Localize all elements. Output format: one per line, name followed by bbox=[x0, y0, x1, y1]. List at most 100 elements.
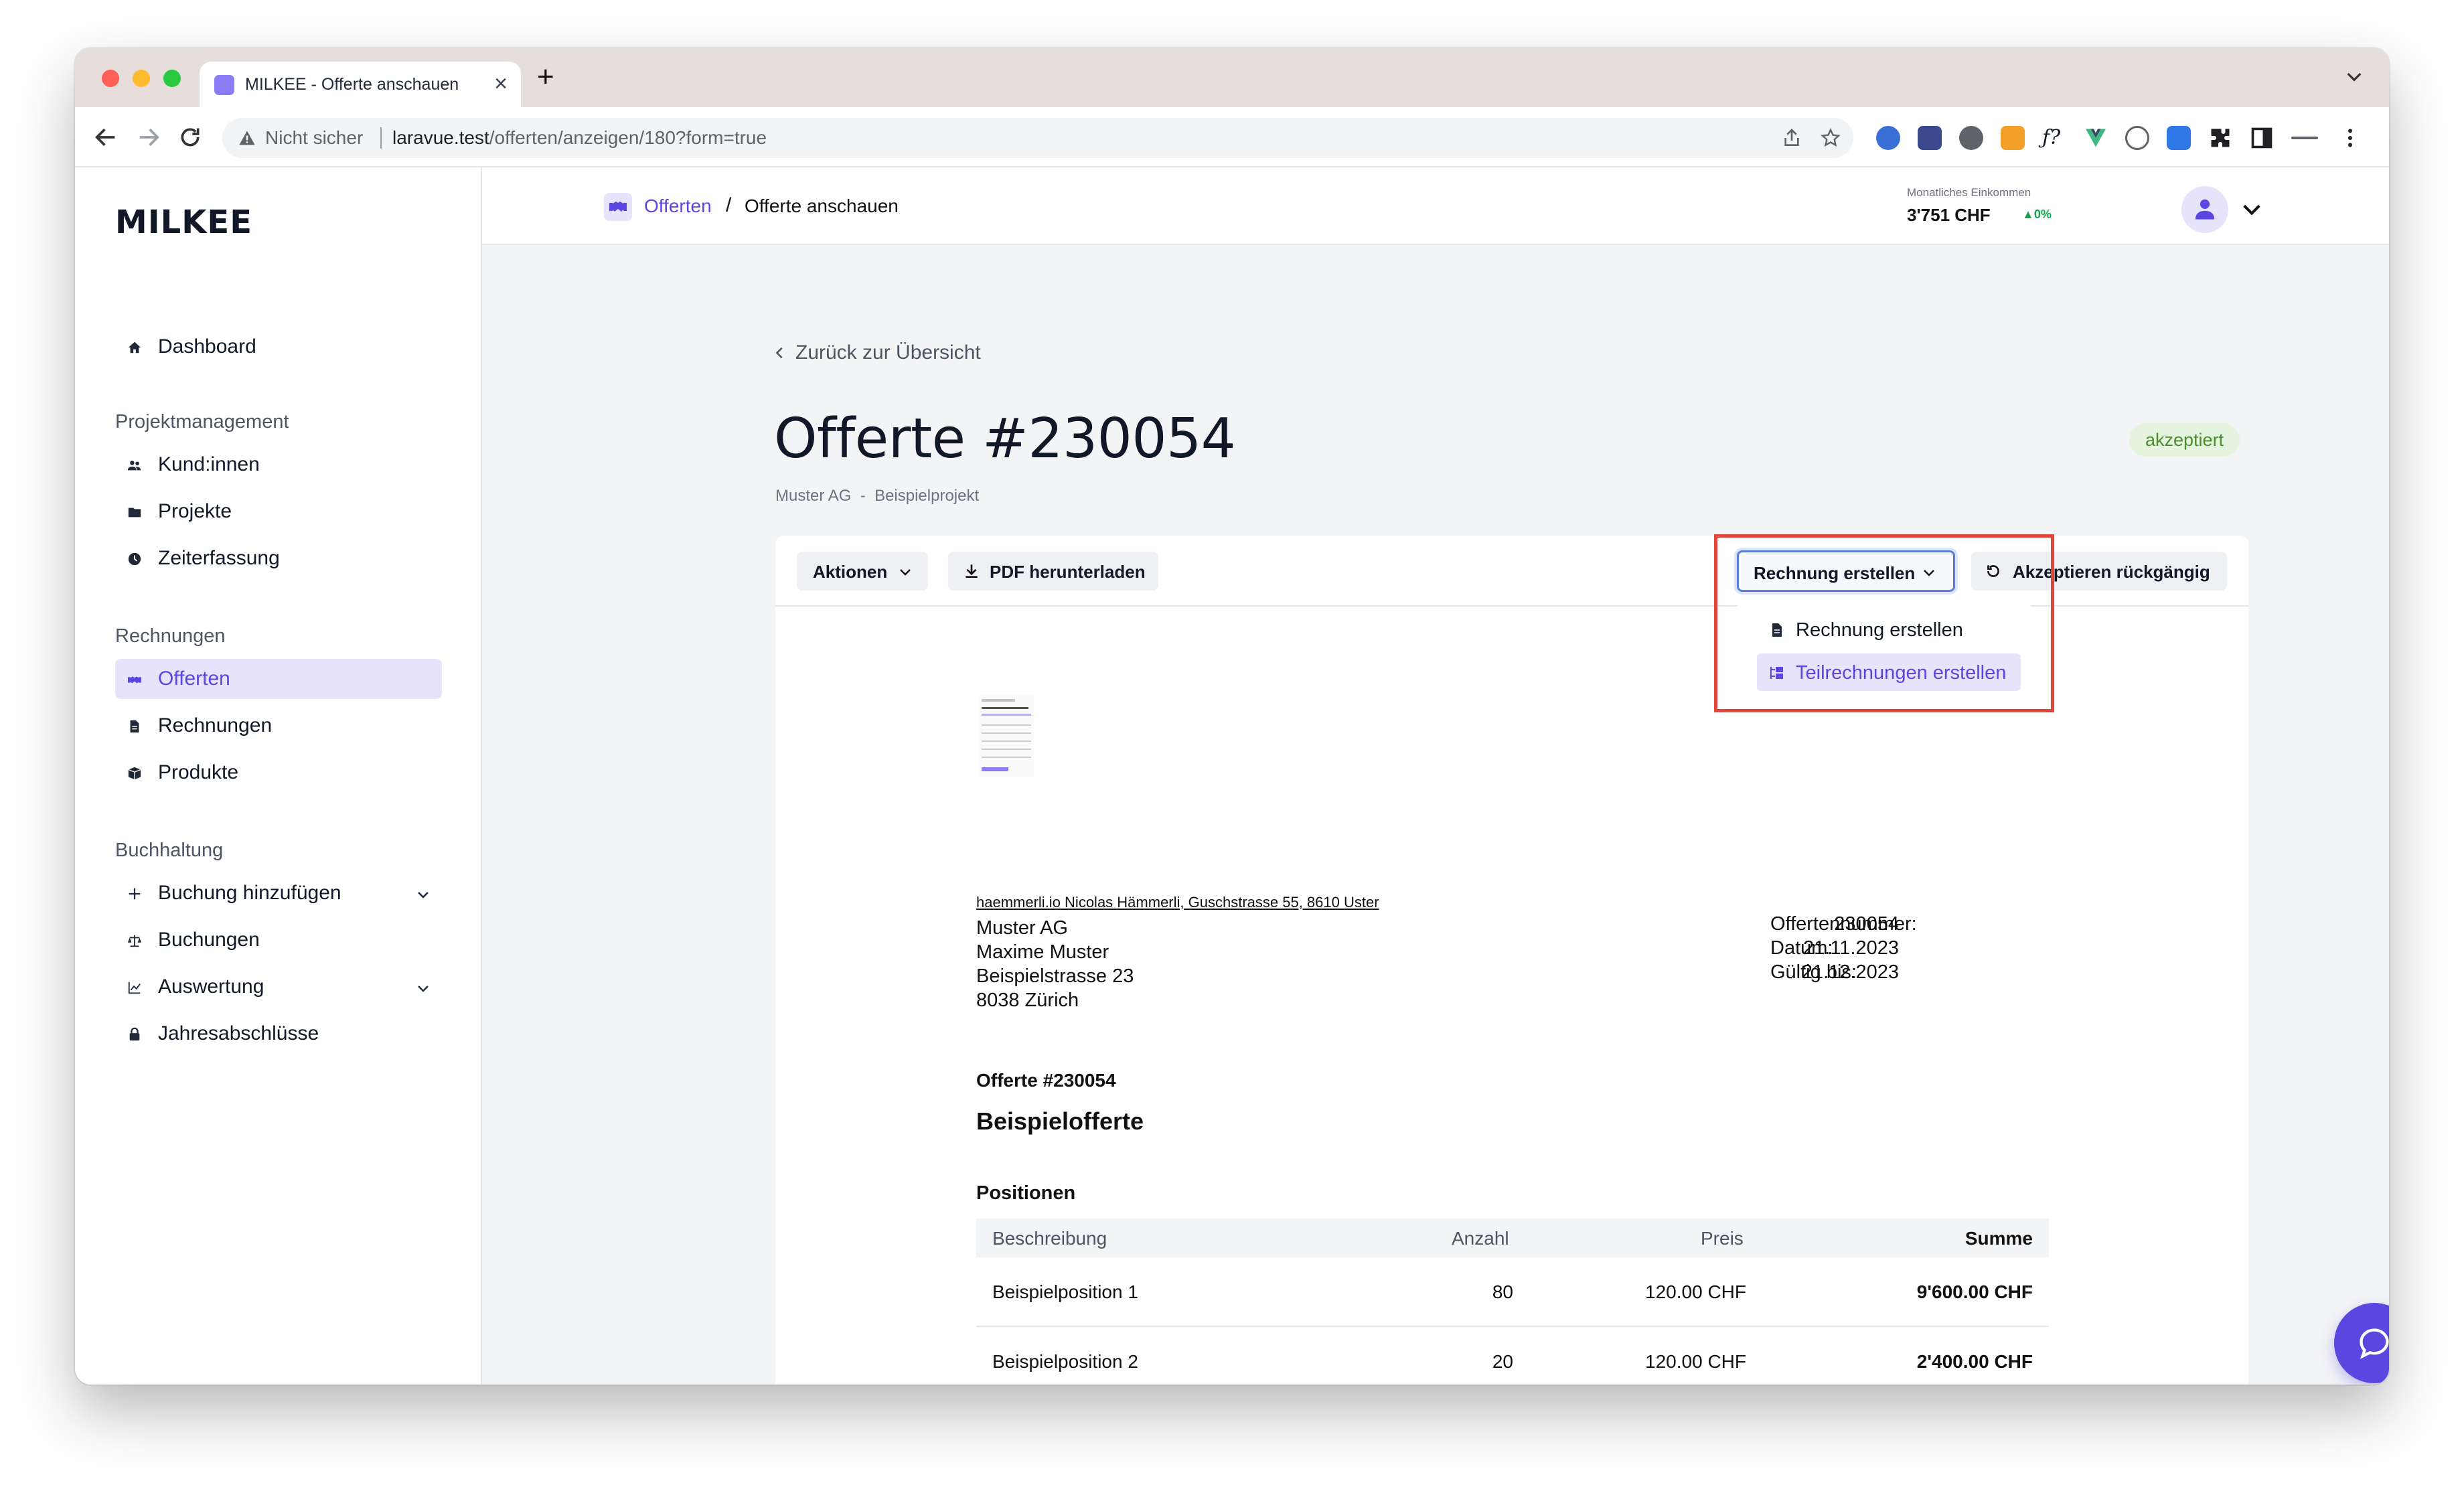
address-bar[interactable]: Nicht sicher laravue.test/offerten/anzei… bbox=[222, 118, 1853, 158]
url-text: laravue.test/offerten/anzeigen/180?form=… bbox=[392, 127, 767, 149]
table-row: Beispielposition 1 80 120.00 CHF 9'600.0… bbox=[976, 1257, 2049, 1327]
back-arrow-icon[interactable] bbox=[92, 124, 119, 151]
meta-value-offer-number: 230054 bbox=[1834, 913, 1899, 935]
sidebar-item-label: Offerten bbox=[158, 668, 230, 690]
reload-icon[interactable] bbox=[177, 124, 204, 151]
sidebar-item-annual-statements[interactable]: Jahresabschlüsse bbox=[115, 1014, 442, 1054]
tab-close-icon[interactable]: × bbox=[494, 71, 508, 97]
sidebar-item-dashboard[interactable]: Dashboard bbox=[115, 327, 442, 367]
file-icon bbox=[130, 720, 139, 733]
cell-sum: 2'400.00 CHF bbox=[1916, 1351, 2033, 1372]
sidebar-item-label: Produkte bbox=[158, 761, 239, 783]
avatar[interactable] bbox=[2181, 186, 2228, 233]
sidebar-item-projects[interactable]: Projekte bbox=[115, 491, 442, 532]
sidebar-item-label: Projekte bbox=[158, 500, 232, 522]
column-header-description: Beschreibung bbox=[992, 1228, 1107, 1249]
tab-title: MILKEE - Offerte anschauen bbox=[245, 75, 459, 94]
sidebar-item-label: Dashboard bbox=[158, 335, 256, 358]
project-link[interactable]: Beispielprojekt bbox=[874, 487, 979, 505]
clock-icon bbox=[128, 552, 141, 566]
user-icon bbox=[2195, 199, 2215, 220]
forward-arrow-icon[interactable] bbox=[135, 124, 162, 151]
income-label: Monatliches Einkommen bbox=[1907, 186, 2031, 199]
vue-devtools-icon[interactable] bbox=[2084, 126, 2108, 150]
line-chart-icon bbox=[128, 982, 141, 994]
scale-icon bbox=[127, 935, 142, 947]
extension-1-icon[interactable] bbox=[1876, 126, 1900, 150]
extensions-puzzle-icon[interactable] bbox=[2208, 126, 2232, 150]
omnibox-divider bbox=[380, 127, 382, 149]
sidebar-item-label: Buchungen bbox=[158, 929, 260, 951]
profile-divider-icon bbox=[2291, 137, 2318, 139]
income-change: ▲0% bbox=[2022, 208, 2052, 222]
chevron-left-icon[interactable] bbox=[773, 345, 787, 360]
sidebar-item-bookings[interactable]: Buchungen bbox=[115, 920, 442, 960]
sender-address-line: haemmerli.io Nicolas Hämmerli, Guschstra… bbox=[976, 894, 1379, 911]
browser-toolbar: Nicht sicher laravue.test/offerten/anzei… bbox=[75, 107, 2389, 167]
app-logo[interactable]: MILKEE bbox=[115, 204, 252, 241]
cell-sum: 9'600.00 CHF bbox=[1916, 1281, 2033, 1302]
recipient-line: 8038 Zürich bbox=[976, 990, 1079, 1011]
extension-devtools-icon[interactable] bbox=[1918, 126, 1942, 150]
chevron-down-icon[interactable] bbox=[2240, 198, 2263, 221]
browser-window: MILKEE - Offerte anschauen × + Nicht sic… bbox=[75, 48, 2389, 1385]
lock-icon bbox=[129, 1027, 140, 1041]
subtitle-separator: - bbox=[860, 487, 866, 505]
tab-list-chevron-icon[interactable] bbox=[2343, 66, 2365, 87]
page-title: Offerte #230054 bbox=[774, 407, 1236, 471]
support-chat-button[interactable] bbox=[2334, 1303, 2389, 1383]
customer-link[interactable]: Muster AG bbox=[775, 487, 851, 505]
app-header: Offerten / Offerte anschauen Monatliches… bbox=[482, 167, 2389, 245]
annotation-highlight-box bbox=[1714, 534, 2054, 712]
tab-bar: MILKEE - Offerte anschauen × + bbox=[75, 48, 2389, 107]
sidebar-item-customers[interactable]: Kund:innen bbox=[115, 445, 442, 485]
sidebar-panel-icon[interactable] bbox=[2250, 126, 2274, 150]
minimize-window-button[interactable] bbox=[133, 70, 150, 87]
extension-circle-icon[interactable] bbox=[2125, 126, 2149, 150]
sidebar-item-products[interactable]: Produkte bbox=[115, 753, 442, 793]
new-tab-icon[interactable]: + bbox=[537, 60, 554, 94]
sidebar-item-time-tracking[interactable]: Zeiterfassung bbox=[115, 538, 442, 578]
download-pdf-label: PDF herunterladen bbox=[990, 562, 1146, 582]
income-change-value: 0% bbox=[2033, 208, 2052, 221]
url-path: /offerten/anzeigen/180?form=true bbox=[489, 127, 767, 148]
sidebar-item-label: Auswertung bbox=[158, 975, 264, 998]
sidebar-item-add-booking[interactable]: Buchung hinzufügen bbox=[115, 873, 442, 913]
download-pdf-button[interactable]: PDF herunterladen bbox=[948, 552, 1158, 591]
income-value: 3'751 CHF bbox=[1907, 205, 1991, 225]
cell-price: 120.00 CHF bbox=[1645, 1351, 1746, 1372]
chat-bubble-icon bbox=[2360, 1328, 2389, 1359]
chevron-down-icon[interactable] bbox=[415, 886, 431, 903]
maximize-window-button[interactable] bbox=[163, 70, 181, 87]
chevron-down-icon[interactable] bbox=[415, 980, 431, 996]
chevron-down-icon bbox=[900, 569, 911, 576]
extension-fi-icon[interactable] bbox=[2167, 126, 2191, 150]
back-to-overview-link[interactable]: Zurück zur Übersicht bbox=[795, 341, 981, 364]
company-logo-thumbnail bbox=[979, 695, 1034, 777]
cell-quantity: 80 bbox=[1492, 1281, 1513, 1302]
document-title: Beispielofferte bbox=[976, 1107, 1144, 1135]
sidebar-item-evaluation[interactable]: Auswertung bbox=[115, 967, 442, 1007]
breadcrumb-offers-link[interactable]: Offerten bbox=[644, 196, 712, 217]
folder-icon bbox=[128, 507, 141, 518]
handshake-icon bbox=[127, 676, 142, 684]
sidebar-item-offers[interactable]: Offerten bbox=[115, 659, 442, 699]
kebab-menu-icon[interactable] bbox=[2338, 126, 2362, 150]
security-label: Nicht sicher bbox=[265, 127, 364, 148]
warning-icon[interactable] bbox=[237, 129, 257, 147]
cell-price: 120.00 CHF bbox=[1645, 1281, 1746, 1302]
milkee-favicon-icon bbox=[214, 75, 234, 95]
extension-orange-icon[interactable] bbox=[2001, 126, 2025, 150]
triangle-up-icon: ▲ bbox=[2022, 208, 2034, 221]
sidebar-item-label: Rechnungen bbox=[158, 714, 273, 736]
bookmark-star-icon[interactable] bbox=[1820, 127, 1841, 149]
sidebar-item-label: Buchung hinzufügen bbox=[158, 882, 341, 904]
actions-button[interactable]: Aktionen bbox=[797, 552, 928, 591]
sidebar-item-invoices[interactable]: Rechnungen bbox=[115, 706, 442, 746]
share-icon[interactable] bbox=[1781, 127, 1802, 149]
close-window-button[interactable] bbox=[102, 70, 119, 87]
extension-shield-icon[interactable] bbox=[1959, 126, 1983, 150]
extension-function-icon[interactable]: ƒ? bbox=[2042, 126, 2066, 150]
document-number-heading: Offerte #230054 bbox=[976, 1070, 1116, 1091]
browser-tab-active[interactable]: MILKEE - Offerte anschauen × bbox=[200, 62, 521, 107]
